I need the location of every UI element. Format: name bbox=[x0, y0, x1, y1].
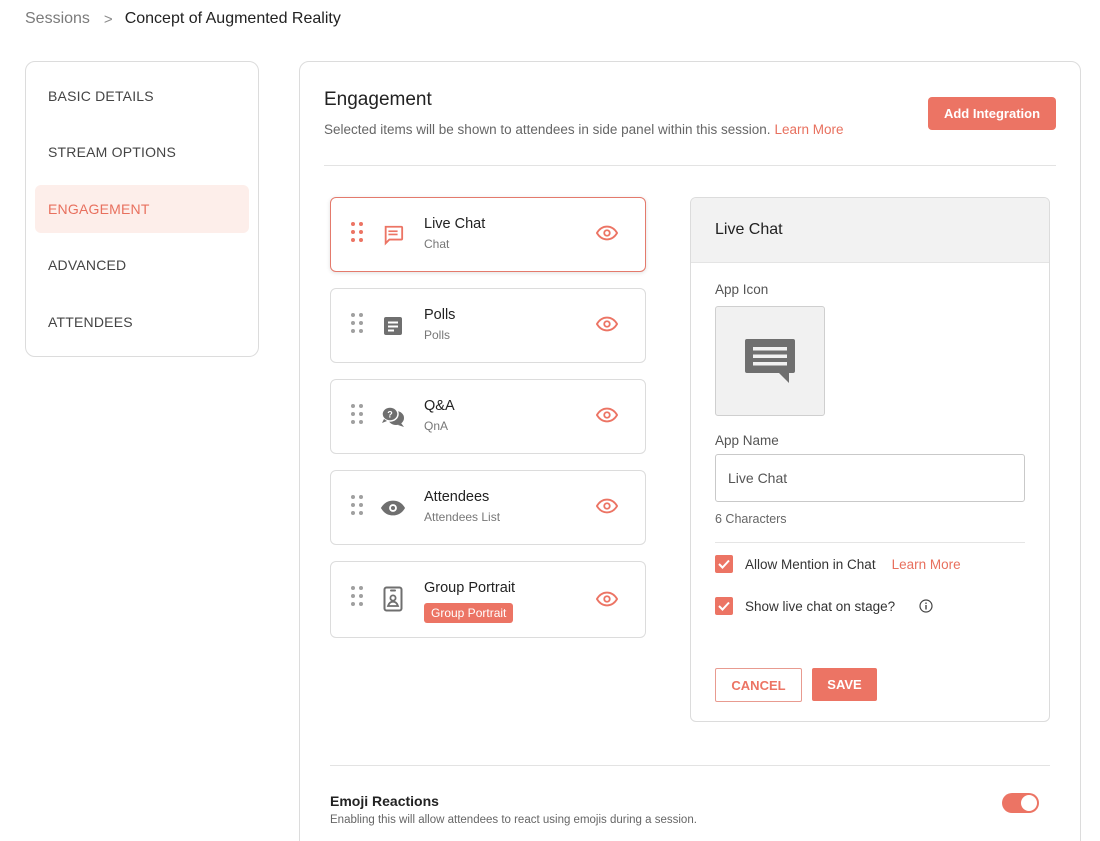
chat-icon bbox=[380, 222, 406, 248]
show-stage-label: Show live chat on stage? bbox=[745, 598, 896, 614]
app-card-title: Polls bbox=[424, 307, 456, 323]
emoji-reactions-title: Emoji Reactions bbox=[330, 793, 439, 809]
app-card-subtitle: Chat bbox=[424, 237, 450, 251]
learn-more-link[interactable]: Learn More bbox=[892, 557, 961, 572]
breadcrumb-current: Concept of Augmented Reality bbox=[124, 10, 341, 27]
app-card-attendees[interactable]: Attendees Attendees List bbox=[330, 470, 646, 545]
allow-mention-checkbox[interactable] bbox=[715, 555, 733, 573]
cancel-button[interactable]: CANCEL bbox=[715, 668, 802, 702]
breadcrumb-sessions-link[interactable]: Sessions bbox=[25, 10, 90, 28]
page-title: Engagement bbox=[324, 89, 432, 110]
app-icon-label: App Icon bbox=[715, 282, 769, 297]
visibility-eye-icon[interactable] bbox=[595, 225, 620, 243]
divider bbox=[330, 765, 1050, 766]
page-subtitle-text: Selected items will be shown to attendee… bbox=[324, 122, 771, 137]
sidebar-item-engagement[interactable]: ENGAGEMENT bbox=[35, 185, 249, 233]
drag-handle-icon[interactable] bbox=[351, 313, 363, 333]
breadcrumb: Sessions > Concept of Augmented Reality bbox=[25, 10, 341, 28]
app-card-qna[interactable]: ? Q&A QnA bbox=[330, 379, 646, 454]
app-detail-panel: Live Chat App Icon App Name 6 Characters… bbox=[690, 197, 1050, 722]
emoji-reactions-description: Enabling this will allow attendees to re… bbox=[330, 814, 697, 826]
attendees-eye-icon bbox=[380, 495, 406, 521]
app-card-subtitle: QnA bbox=[424, 419, 449, 433]
allow-mention-row: Allow Mention in Chat Learn More bbox=[715, 555, 961, 573]
poll-icon bbox=[380, 313, 406, 339]
app-detail-header: Live Chat bbox=[691, 198, 1049, 263]
learn-more-link[interactable]: Learn More bbox=[775, 122, 844, 137]
svg-text:?: ? bbox=[387, 410, 393, 420]
divider bbox=[324, 165, 1056, 166]
app-icon-upload[interactable] bbox=[715, 306, 825, 416]
show-stage-row: Show live chat on stage? bbox=[715, 597, 933, 615]
allow-mention-label: Allow Mention in Chat bbox=[745, 556, 876, 572]
visibility-eye-icon[interactable] bbox=[595, 591, 620, 609]
drag-handle-icon[interactable] bbox=[351, 586, 363, 606]
sidebar-item-stream-options[interactable]: STREAM OPTIONS bbox=[35, 128, 249, 176]
app-card-title: Live Chat bbox=[424, 216, 486, 232]
drag-handle-icon[interactable] bbox=[351, 222, 363, 242]
chat-icon bbox=[745, 339, 795, 383]
chevron-right-icon: > bbox=[103, 10, 113, 28]
checkmark-icon bbox=[718, 601, 730, 611]
add-integration-button[interactable]: Add Integration bbox=[928, 97, 1056, 130]
drag-handle-icon[interactable] bbox=[351, 495, 363, 515]
toggle-knob bbox=[1021, 795, 1037, 811]
sidebar-item-advanced[interactable]: ADVANCED bbox=[35, 241, 249, 289]
qna-icon: ? bbox=[380, 404, 406, 430]
app-card-title: Attendees bbox=[424, 489, 490, 505]
app-name-input[interactable] bbox=[715, 454, 1025, 502]
show-stage-checkbox[interactable] bbox=[715, 597, 733, 615]
app-card-title: Q&A bbox=[424, 398, 455, 414]
app-card-subtitle: Attendees List bbox=[424, 510, 501, 524]
visibility-eye-icon[interactable] bbox=[595, 407, 620, 425]
settings-sidebar: BASIC DETAILS STREAM OPTIONS ENGAGEMENT … bbox=[25, 61, 259, 357]
info-icon[interactable] bbox=[919, 599, 933, 613]
app-detail-title: Live Chat bbox=[715, 221, 783, 238]
app-card-title: Group Portrait bbox=[424, 580, 516, 596]
char-count: 6 Characters bbox=[715, 512, 787, 526]
sidebar-item-attendees[interactable]: ATTENDEES bbox=[35, 298, 249, 346]
portrait-icon bbox=[380, 586, 406, 612]
engagement-panel: Engagement Selected items will be shown … bbox=[299, 61, 1081, 841]
visibility-eye-icon[interactable] bbox=[595, 316, 620, 334]
checkmark-icon bbox=[718, 559, 730, 569]
sidebar-item-basic-details[interactable]: BASIC DETAILS bbox=[35, 72, 249, 120]
app-card-group-portrait[interactable]: Group Portrait Group Portrait bbox=[330, 561, 646, 638]
drag-handle-icon[interactable] bbox=[351, 404, 363, 424]
app-card-polls[interactable]: Polls Polls bbox=[330, 288, 646, 363]
save-button[interactable]: SAVE bbox=[812, 668, 877, 701]
visibility-eye-icon[interactable] bbox=[595, 498, 620, 516]
app-card-badge: Group Portrait bbox=[424, 603, 514, 623]
emoji-reactions-toggle[interactable] bbox=[1002, 793, 1039, 813]
app-name-label: App Name bbox=[715, 433, 779, 448]
app-card-live-chat[interactable]: Live Chat Chat bbox=[330, 197, 646, 272]
page-subtitle: Selected items will be shown to attendee… bbox=[324, 122, 844, 137]
divider bbox=[715, 542, 1025, 543]
app-card-subtitle: Polls bbox=[424, 328, 451, 342]
